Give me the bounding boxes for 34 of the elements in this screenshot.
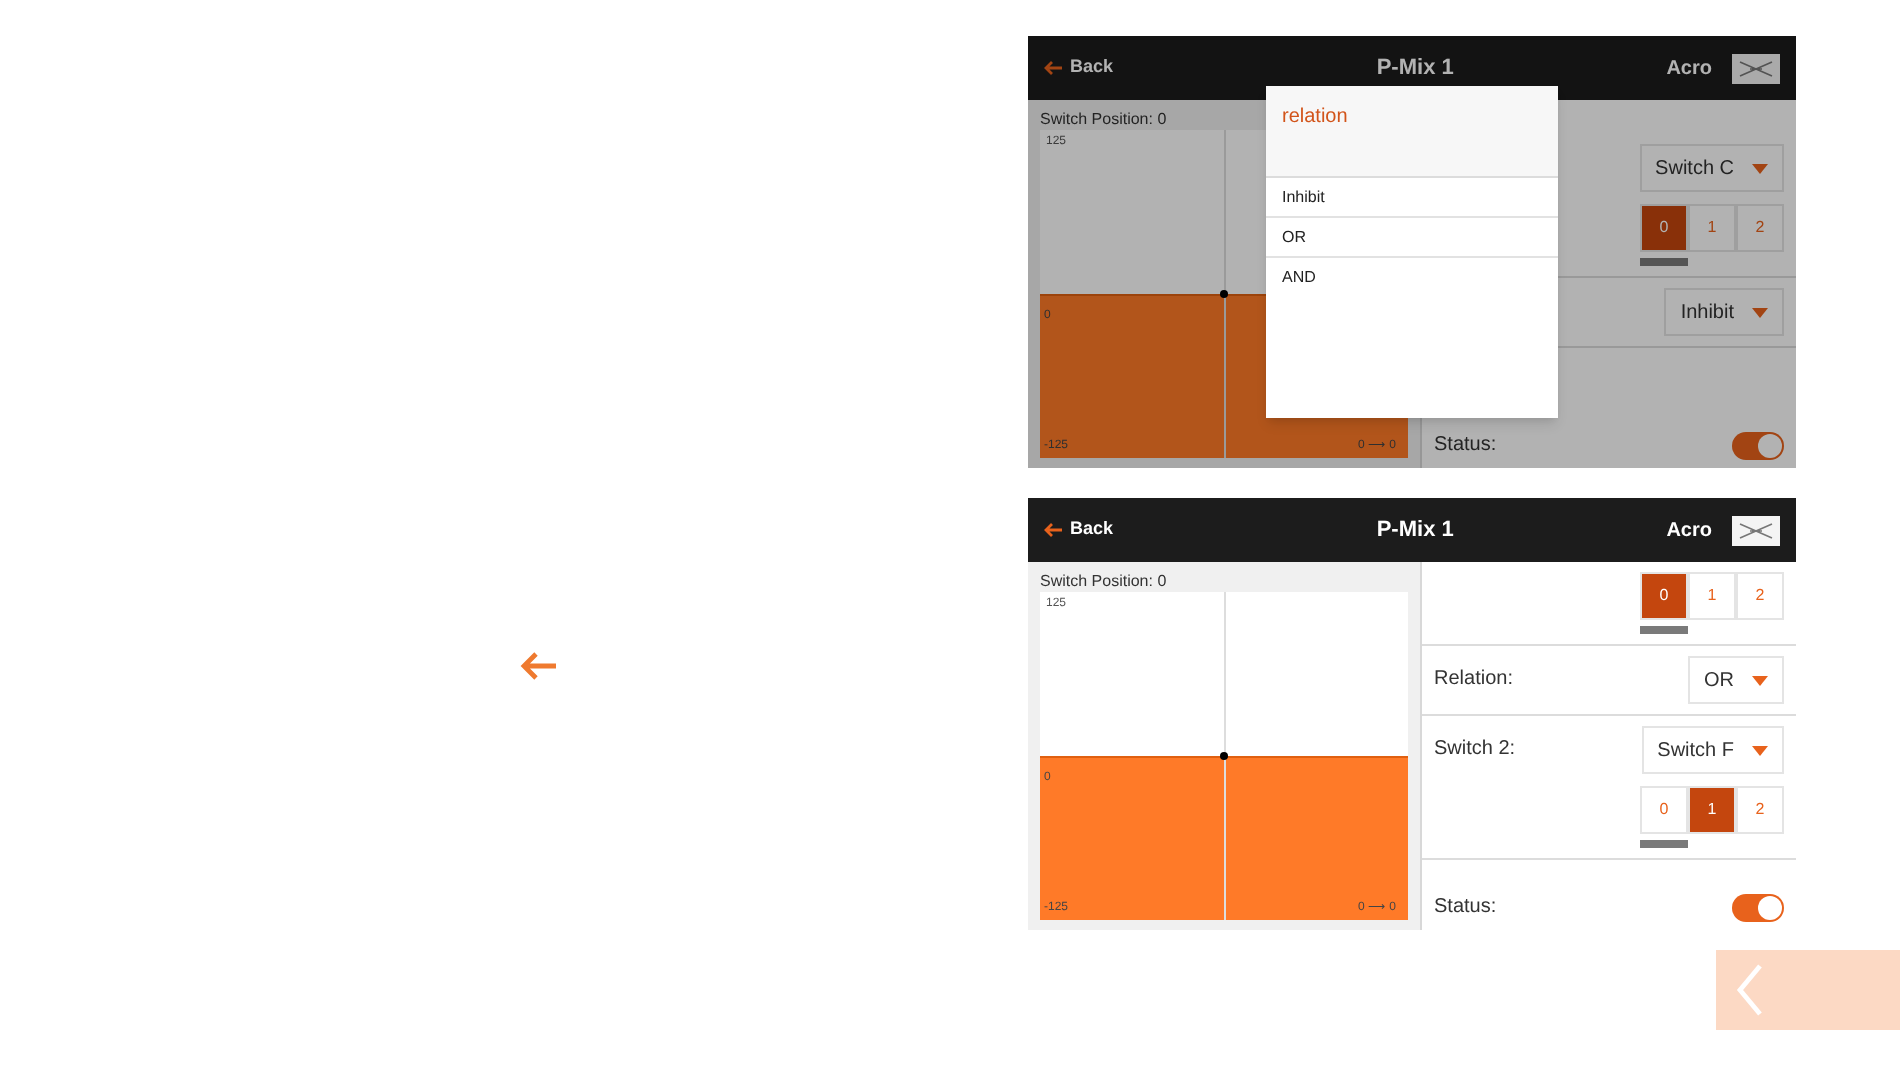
status-toggle[interactable] [1732,893,1784,921]
position-button[interactable]: 1 [1688,572,1736,620]
popup-option[interactable]: AND [1266,258,1558,298]
position-button[interactable]: 0 [1640,572,1688,620]
chart-caption: Switch Position: 0 [1040,110,1167,130]
caret-icon [1752,307,1768,317]
status-toggle[interactable] [1732,431,1784,459]
back-button[interactable]: Back [1044,54,1164,82]
dropdown[interactable]: Switch C [1639,144,1784,192]
dropdown[interactable]: OR [1688,656,1784,704]
dropdown[interactable]: Inhibit [1664,288,1784,336]
popup-option[interactable]: Inhibit [1266,178,1558,218]
mode-label: Acro [1666,517,1712,545]
arrow-left-icon [1044,522,1064,538]
arrow-left-icon [1044,60,1064,76]
back-button[interactable]: Back [1044,516,1164,544]
caret-icon [1752,163,1768,173]
field-label: Relation: [1434,666,1513,694]
chart-caption: Switch Position: 0 [1040,572,1167,592]
caret-icon [1752,745,1768,755]
position-button[interactable]: 0 [1640,204,1688,252]
caret-icon [1752,675,1768,685]
screen-title: P-Mix 1 [1374,53,1456,84]
popup-title: relation [1266,86,1558,178]
arrow-left-icon [518,650,558,682]
dropdown[interactable]: Switch F [1641,726,1784,774]
mode-label: Acro [1666,55,1712,83]
status-label: Status: [1434,894,1497,922]
position-button[interactable]: 1 [1688,786,1736,834]
chevron-left-icon [1736,962,1764,1018]
status-label: Status: [1434,432,1497,460]
screen-title: P-Mix 1 [1374,515,1456,546]
popup-option[interactable]: OR [1266,218,1558,258]
field-label: Switch 2: [1434,736,1516,764]
